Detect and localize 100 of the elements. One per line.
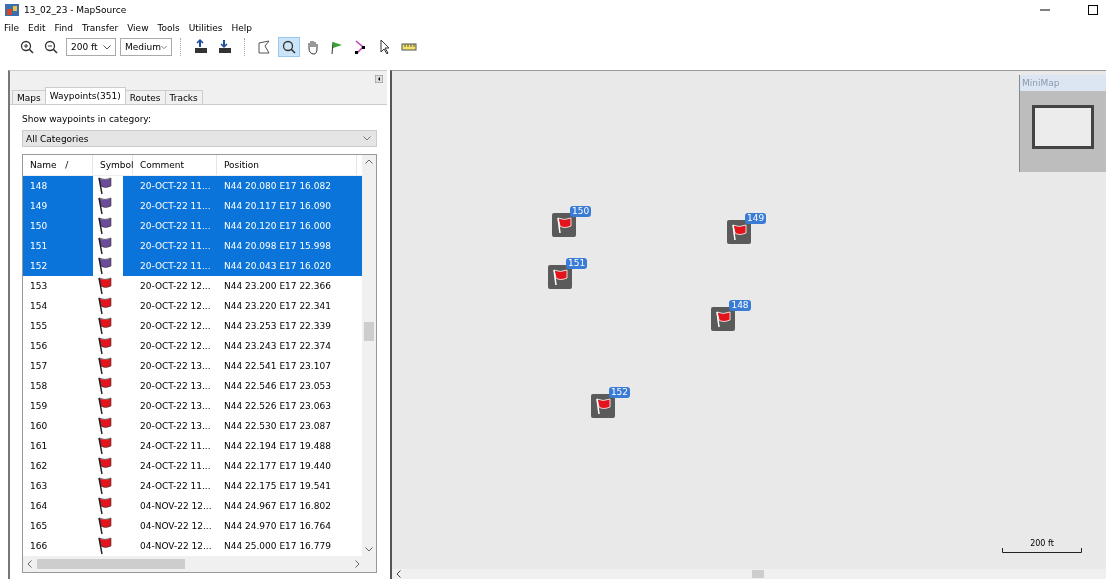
table-cell-text: N44 22.177 E17 19.440 xyxy=(223,461,332,471)
table-cell-text: N44 22.530 E17 23.087 xyxy=(223,421,332,431)
waypoint-row[interactable]: 150 20-OCT-22 11... N44 20.120 E17 16.000 xyxy=(23,216,362,236)
collapse-icon[interactable] xyxy=(375,75,383,83)
minimap-view[interactable] xyxy=(1032,105,1094,149)
table-cell-text: 154 xyxy=(29,301,49,311)
waypoint-row[interactable]: 162 24-OCT-22 11... N44 22.177 E17 19.440 xyxy=(23,456,362,476)
table-cell-text: 162 xyxy=(29,461,49,471)
waypoint-row[interactable]: 161 24-OCT-22 11... N44 22.194 E17 19.488 xyxy=(23,436,362,456)
chevron-icon xyxy=(161,44,167,50)
table-cell-text: 04-NOV-22 12... xyxy=(139,521,213,531)
table-cell-text: 24-OCT-22 11... xyxy=(139,461,212,471)
scroll-thumb[interactable] xyxy=(364,322,374,341)
table-cell-text: 04-NOV-22 12... xyxy=(139,501,213,511)
waypoint-row[interactable]: 160 20-OCT-22 13... N44 22.530 E17 23.087 xyxy=(23,416,362,436)
waypoint-row[interactable]: 166 04-NOV-22 12... N44 25.000 E17 16.779 xyxy=(23,536,362,556)
table-cell-text: 24-OCT-22 11... xyxy=(139,481,212,491)
flag-icon xyxy=(98,417,112,435)
waypoint-row[interactable]: 157 20-OCT-22 13... N44 22.541 E17 23.107 xyxy=(23,356,362,376)
table-cell-text: N44 25.000 E17 16.779 xyxy=(223,541,332,551)
table-cell-text: N44 20.043 E17 16.020 xyxy=(223,261,332,271)
vertical-scrollbar[interactable] xyxy=(362,155,376,556)
flag-icon xyxy=(98,277,112,295)
table-cell-text: 165 xyxy=(29,521,49,531)
waypoint-row[interactable]: 149 20-OCT-22 11... N44 20.117 E17 16.090 xyxy=(23,196,362,216)
menu-item[interactable]: Find xyxy=(54,23,73,33)
table-cell-text: 166 xyxy=(29,541,49,551)
flag-icon[interactable] xyxy=(552,213,576,237)
category-dropdown[interactable]: All Categories xyxy=(22,130,377,147)
maximize-icon[interactable] xyxy=(1088,5,1098,15)
column-header[interactable]: Comment xyxy=(133,155,217,175)
table-cell-text: 164 xyxy=(29,501,49,511)
map-canvas[interactable]: 148 149 150 151 152 MiniMap 200 ft xyxy=(390,70,1106,579)
flag-icon xyxy=(98,257,112,275)
waypoint-label: 151 xyxy=(566,257,588,269)
scale-dropdown[interactable]: 200 ft xyxy=(66,38,116,56)
horizontal-scrollbar[interactable] xyxy=(392,569,1106,579)
table-cell-text: 155 xyxy=(29,321,49,331)
table-cell-text: 20-OCT-22 11... xyxy=(139,181,212,191)
waypoint-row[interactable]: 152 20-OCT-22 11... N44 20.043 E17 16.020 xyxy=(23,256,362,276)
table-cell-text: N44 24.967 E17 16.802 xyxy=(223,501,332,511)
table-cell-text: N44 20.098 E17 15.998 xyxy=(223,241,332,251)
flag-icon xyxy=(98,217,112,235)
scroll-thumb[interactable] xyxy=(752,570,764,578)
scroll-down-icon[interactable] xyxy=(365,547,373,552)
flag-icon[interactable] xyxy=(711,307,736,332)
table-cell-text: N44 23.253 E17 22.339 xyxy=(223,321,332,331)
tab[interactable]: Routes xyxy=(124,90,166,104)
table-cell-text: 151 xyxy=(29,241,49,251)
zoom-tool-icon[interactable] xyxy=(278,37,300,57)
scroll-right-icon[interactable] xyxy=(355,560,360,568)
tab[interactable]: Waypoints(351) xyxy=(44,87,126,104)
flag-icon xyxy=(98,517,112,535)
table-cell-text: 20-OCT-22 11... xyxy=(139,261,212,271)
flag-icon xyxy=(98,497,112,515)
chevron-icon xyxy=(103,44,111,50)
column-header[interactable]: Name / xyxy=(23,155,93,175)
menu-item[interactable]: View xyxy=(127,23,149,33)
table-cell-text: 20-OCT-22 11... xyxy=(139,201,212,211)
menu-item[interactable]: File xyxy=(4,23,20,33)
menu-item[interactable]: Help xyxy=(231,23,253,33)
flag-icon xyxy=(98,297,112,315)
scroll-up-icon[interactable] xyxy=(365,159,373,164)
horizontal-scrollbar[interactable] xyxy=(23,556,376,572)
table-cell-text: 148 xyxy=(29,181,49,191)
flag-icon[interactable] xyxy=(548,264,573,289)
tab[interactable]: Tracks xyxy=(164,90,203,104)
waypoint-row[interactable]: 164 04-NOV-22 12... N44 24.967 E17 16.802 xyxy=(23,496,362,516)
waypoint-row[interactable]: 159 20-OCT-22 13... N44 22.526 E17 23.063 xyxy=(23,396,362,416)
menu-item[interactable]: Transfer xyxy=(81,23,119,33)
column-header[interactable]: Symbol xyxy=(93,155,133,175)
menu-item[interactable]: Tools xyxy=(157,23,180,33)
flag-icon[interactable] xyxy=(726,220,751,245)
waypoint-row[interactable]: 158 20-OCT-22 13... N44 22.546 E17 23.053 xyxy=(23,376,362,396)
scroll-left-icon[interactable] xyxy=(27,560,32,568)
window-title: 13_02_23 - MapSource xyxy=(24,5,127,15)
scroll-thumb[interactable] xyxy=(37,559,185,569)
table-cell-text: 157 xyxy=(29,361,49,371)
menu-item[interactable]: Utilities xyxy=(188,23,223,33)
detail-dropdown[interactable]: Medium xyxy=(120,38,172,56)
flag-icon[interactable] xyxy=(590,394,615,418)
waypoint-row[interactable]: 154 20-OCT-22 12... N44 23.220 E17 22.341 xyxy=(23,296,362,316)
waypoint-row[interactable]: 163 24-OCT-22 11... N44 22.175 E17 19.541 xyxy=(23,476,362,496)
waypoint-row[interactable]: 165 04-NOV-22 12... N44 24.970 E17 16.764 xyxy=(23,516,362,536)
table-cell-text: N44 22.546 E17 23.053 xyxy=(223,381,332,391)
table-cell-text: 160 xyxy=(29,421,49,431)
scroll-left-icon[interactable] xyxy=(396,570,401,578)
column-header[interactable]: Position xyxy=(217,155,357,175)
waypoint-row[interactable]: 151 20-OCT-22 11... N44 20.098 E17 15.998 xyxy=(23,236,362,256)
waypoint-row[interactable]: 156 20-OCT-22 12... N44 23.243 E17 22.374 xyxy=(23,336,362,356)
table-cell-text: N44 20.080 E17 16.082 xyxy=(223,181,332,191)
tab[interactable]: Maps xyxy=(12,90,46,104)
waypoint-row[interactable]: 155 20-OCT-22 12... N44 23.253 E17 22.339 xyxy=(23,316,362,336)
menu-item[interactable]: Edit xyxy=(28,23,46,33)
table-cell-text: N44 23.200 E17 22.366 xyxy=(223,281,332,291)
waypoint-label: 149 xyxy=(744,213,767,225)
table-cell-text: 20-OCT-22 12... xyxy=(139,281,212,291)
waypoint-row[interactable]: 148 20-OCT-22 11... N44 20.080 E17 16.082 xyxy=(23,176,362,196)
table-cell-text: 152 xyxy=(29,261,49,271)
waypoint-row[interactable]: 153 20-OCT-22 12... N44 23.200 E17 22.366 xyxy=(23,276,362,296)
